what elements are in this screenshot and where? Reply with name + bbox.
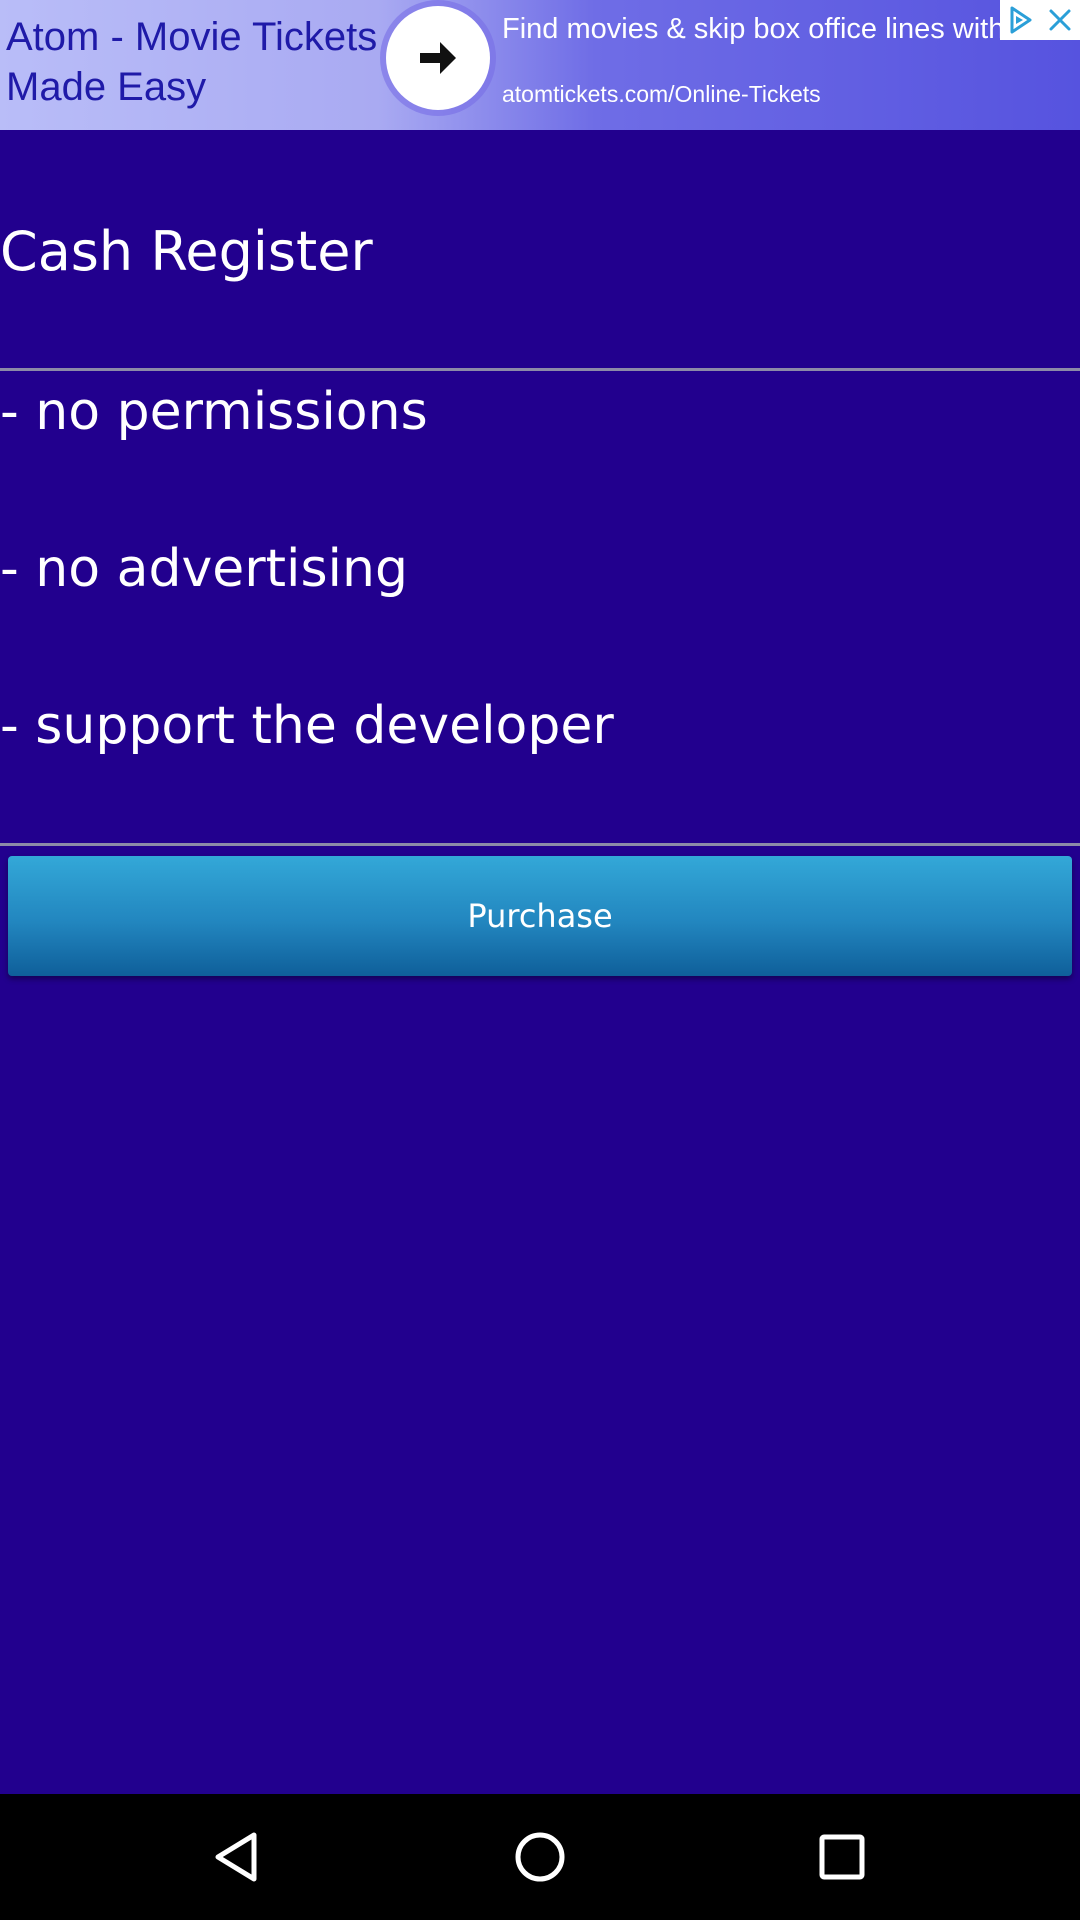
- back-button[interactable]: [208, 1827, 268, 1887]
- navigation-bar: [0, 1794, 1080, 1920]
- screen: Atom - Movie Tickets Made Easy Find movi…: [0, 0, 1080, 1920]
- feature-item-no-permissions: - no permissions: [0, 382, 428, 442]
- recents-square-icon: [819, 1834, 865, 1880]
- ad-description[interactable]: Find movies & skip box office lines with…: [502, 12, 1022, 47]
- home-button[interactable]: [510, 1827, 570, 1887]
- ad-choices-icon: [1010, 6, 1032, 34]
- divider: [0, 368, 1080, 371]
- back-triangle-icon: [215, 1832, 257, 1882]
- page-title: Cash Register: [0, 220, 373, 283]
- app-area: Atom - Movie Tickets Made Easy Find movi…: [0, 0, 1080, 1794]
- ad-url[interactable]: atomtickets.com/Online-Tickets: [502, 80, 821, 108]
- home-circle-icon: [515, 1832, 565, 1882]
- close-icon: [1049, 9, 1071, 31]
- divider: [0, 843, 1080, 846]
- ad-banner[interactable]: Atom - Movie Tickets Made Easy Find movi…: [0, 0, 1080, 130]
- purchase-button[interactable]: Purchase: [8, 856, 1072, 976]
- ad-close-button[interactable]: [1040, 0, 1080, 40]
- feature-item-no-advertising: - no advertising: [0, 539, 408, 599]
- ad-arrow-button[interactable]: [386, 6, 490, 110]
- feature-item-support-developer: - support the developer: [0, 696, 614, 756]
- ad-headline[interactable]: Atom - Movie Tickets Made Easy: [6, 12, 386, 112]
- ad-choices-button[interactable]: [1000, 0, 1040, 40]
- arrow-right-icon: [420, 42, 456, 74]
- recents-button[interactable]: [812, 1827, 872, 1887]
